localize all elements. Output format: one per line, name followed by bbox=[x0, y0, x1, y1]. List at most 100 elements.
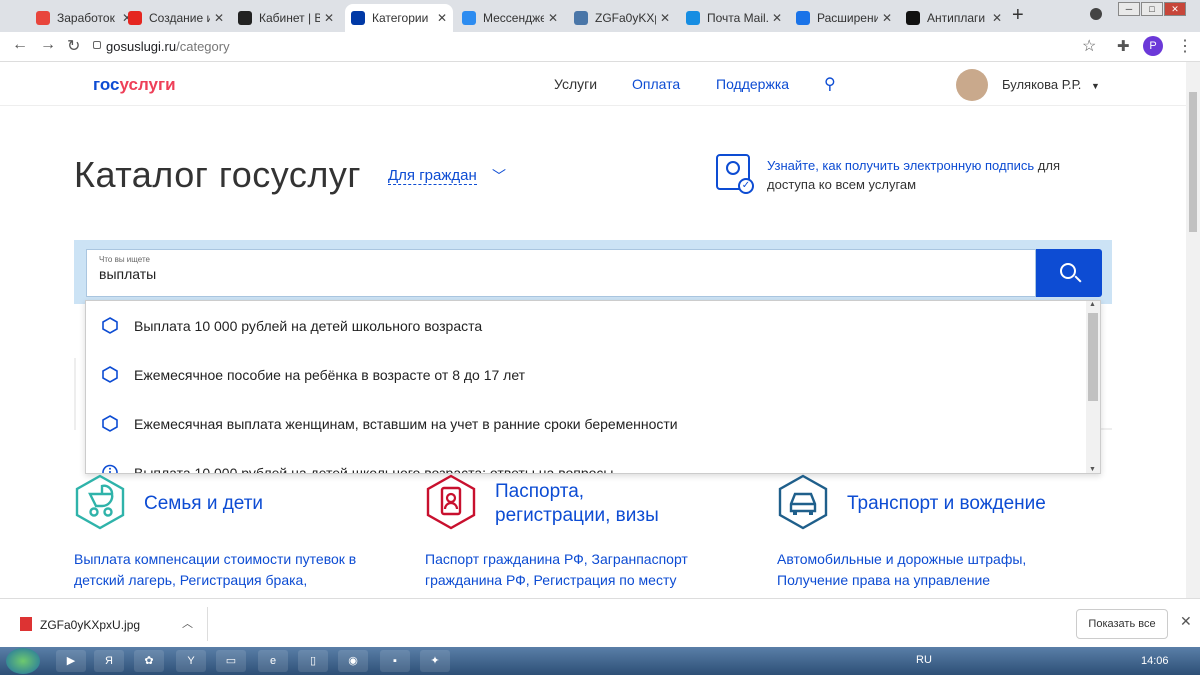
arrow-icon bbox=[36, 11, 50, 25]
browser-tab[interactable]: Создание и ✕ bbox=[122, 4, 230, 32]
site-header: госуслуги Услуги Оплата Поддержка ⚲ Буля… bbox=[0, 62, 1186, 106]
page-scrollbar[interactable] bbox=[1186, 62, 1200, 598]
lock-icon[interactable] bbox=[93, 41, 101, 49]
media-player-icon[interactable]: ▶ bbox=[56, 650, 86, 672]
suggestion-item[interactable]: Ежемесячная выплата женщинам, вставшим н… bbox=[86, 399, 1086, 448]
new-tab-button[interactable]: + bbox=[1012, 4, 1024, 27]
tab-title: Кабинет | В bbox=[259, 11, 320, 25]
nav-support[interactable]: Поддержка bbox=[716, 76, 789, 92]
close-tab-icon[interactable]: ✕ bbox=[214, 11, 224, 25]
search-suggestions-dropdown: ▲ ▼ Выплата 10 000 рублей на детей школьн… bbox=[85, 300, 1101, 474]
user-menu[interactable]: Булякова Р.Р. ▼ bbox=[1002, 77, 1100, 92]
browser-tab[interactable]: Категории ✕ bbox=[345, 4, 453, 32]
browser-tab[interactable]: Антиплаги ✕ bbox=[900, 4, 1008, 32]
caret-down-icon: ▼ bbox=[1091, 81, 1100, 91]
file-icon[interactable]: ▯ bbox=[298, 650, 328, 672]
url-field[interactable]: gosuslugi.ru/category bbox=[106, 39, 230, 54]
plus-circle-icon bbox=[238, 11, 252, 25]
close-tab-icon[interactable]: ✕ bbox=[437, 11, 447, 25]
close-icon[interactable]: ✕ bbox=[1180, 613, 1192, 630]
category-title[interactable]: Транспорт и вождение bbox=[847, 492, 1107, 516]
start-button[interactable] bbox=[6, 648, 40, 674]
car-icon bbox=[778, 474, 828, 530]
suggestion-item[interactable]: Выплата 10 000 рублей на детей школьного… bbox=[86, 301, 1086, 350]
dropdown-scrollbar[interactable]: ▲ ▼ bbox=[1086, 301, 1100, 473]
info-icon bbox=[102, 464, 118, 473]
yandex-icon[interactable]: Я bbox=[94, 650, 124, 672]
profile-avatar[interactable]: P bbox=[1143, 36, 1163, 56]
divider bbox=[207, 607, 208, 641]
browser-tab[interactable]: ZGFa0yKXp ✕ bbox=[568, 4, 676, 32]
browser-menu-icon[interactable]: ⋮ bbox=[1177, 36, 1193, 56]
close-tab-icon[interactable]: ✕ bbox=[992, 11, 1002, 25]
close-tab-icon[interactable]: ✕ bbox=[772, 11, 782, 25]
chevron-up-icon[interactable]: ︿ bbox=[182, 615, 193, 631]
search-input[interactable] bbox=[99, 266, 999, 282]
download-filename: ZGFa0yKXpxU.jpg bbox=[40, 618, 141, 632]
download-bar: ZGFa0yKXpxU.jpg ︿ Показать все ✕ bbox=[0, 598, 1200, 647]
logo-part1: гос bbox=[93, 75, 120, 94]
bookmark-star-icon[interactable]: ☆ bbox=[1082, 36, 1096, 56]
language-indicator[interactable]: RU bbox=[916, 654, 932, 666]
yandex-browser-icon[interactable]: Y bbox=[176, 650, 206, 672]
browser-tab[interactable]: Расширени ✕ bbox=[790, 4, 898, 32]
network-icon[interactable]: ▪ bbox=[380, 650, 410, 672]
tab-title: Заработок и bbox=[57, 11, 118, 25]
search-box[interactable]: Что вы ищете bbox=[86, 249, 1036, 297]
user-avatar[interactable] bbox=[956, 69, 988, 101]
category-description[interactable]: Выплата компенсации стоимости путевок в … bbox=[74, 549, 374, 591]
url-host: gosuslugi.ru bbox=[106, 39, 177, 54]
close-tab-icon[interactable]: ✕ bbox=[660, 11, 670, 25]
maximize-button[interactable]: □ bbox=[1141, 2, 1163, 16]
game-icon[interactable]: ✿ bbox=[134, 650, 164, 672]
hexagon-icon bbox=[102, 415, 118, 432]
clock[interactable]: 14:06 bbox=[1141, 655, 1169, 667]
show-all-downloads-button[interactable]: Показать все bbox=[1076, 609, 1168, 639]
close-tab-icon[interactable]: ✕ bbox=[548, 11, 558, 25]
reload-icon[interactable]: ↻ bbox=[67, 36, 80, 56]
folder-icon[interactable]: ▭ bbox=[216, 650, 246, 672]
suggestion-text: Ежемесячное пособие на ребёнка в возраст… bbox=[134, 366, 526, 383]
tab-title: Почта Mail. bbox=[707, 11, 768, 25]
search-label: Что вы ищете bbox=[99, 255, 150, 264]
browser-tab[interactable]: Мессендже ✕ bbox=[456, 4, 564, 32]
page-content: госуслуги Услуги Оплата Поддержка ⚲ Буля… bbox=[0, 62, 1186, 598]
nav-services[interactable]: Услуги bbox=[554, 76, 597, 92]
close-window-button[interactable]: ✕ bbox=[1164, 2, 1186, 16]
windows-taskbar: ▶ Я ✿ Y ▭ e ▯ ◉ ▪ ✦ RU 14:06 bbox=[0, 647, 1200, 675]
browser-tab[interactable]: Кабинет | В ✕ bbox=[232, 4, 340, 32]
esign-info: Узнайте, как получить электронную подпис… bbox=[767, 156, 1077, 194]
header-search-icon[interactable]: ⚲ bbox=[824, 74, 836, 94]
tab-search-icon[interactable] bbox=[1090, 8, 1102, 20]
category-description[interactable]: Паспорт гражданина РФ, Загранпаспорт гра… bbox=[425, 549, 725, 591]
search-button[interactable] bbox=[1036, 249, 1102, 297]
esign-link[interactable]: Узнайте, как получить электронную подпис… bbox=[767, 158, 1034, 173]
url-path: /category bbox=[176, 39, 230, 54]
divider bbox=[1100, 428, 1112, 430]
back-arrow-icon[interactable]: ← bbox=[12, 36, 28, 54]
address-bar: ← → ↻ gosuslugi.ru/category ☆ ✚ P ⋮ bbox=[0, 32, 1200, 62]
chevron-down-icon[interactable]: ﹀ bbox=[492, 166, 506, 186]
audience-selector[interactable]: Для граждан bbox=[388, 167, 477, 185]
extensions-puzzle-icon[interactable]: ✚ bbox=[1117, 37, 1130, 55]
chrome-icon[interactable]: ◉ bbox=[338, 650, 368, 672]
russia-flag-icon bbox=[351, 11, 365, 25]
ie-icon[interactable]: e bbox=[258, 650, 288, 672]
suggestion-item[interactable]: Ежемесячное пособие на ребёнка в возраст… bbox=[86, 350, 1086, 399]
avast-icon[interactable]: ✦ bbox=[420, 650, 450, 672]
close-tab-icon[interactable]: ✕ bbox=[324, 11, 334, 25]
minimize-button[interactable]: ─ bbox=[1118, 2, 1140, 16]
download-item[interactable]: ZGFa0yKXpxU.jpg bbox=[20, 617, 140, 632]
browser-tab[interactable]: Почта Mail. ✕ bbox=[680, 4, 788, 32]
tab-title: ZGFa0yKXp bbox=[595, 11, 656, 25]
forward-arrow-icon[interactable]: → bbox=[40, 36, 56, 54]
nav-payment[interactable]: Оплата bbox=[632, 76, 680, 92]
gosuslugi-logo[interactable]: госуслуги bbox=[93, 75, 176, 95]
close-tab-icon[interactable]: ✕ bbox=[882, 11, 892, 25]
category-title[interactable]: Семья и дети bbox=[144, 492, 404, 516]
category-title[interactable]: Паспорта, регистрации, визы bbox=[495, 480, 685, 528]
category-description[interactable]: Автомобильные и дорожные штрафы, Получен… bbox=[777, 549, 1077, 591]
hexagon-icon bbox=[102, 317, 118, 334]
suggestion-item[interactable]: Выплата 10 000 рублей на детей школьного… bbox=[86, 448, 1086, 473]
mail-icon bbox=[686, 11, 700, 25]
